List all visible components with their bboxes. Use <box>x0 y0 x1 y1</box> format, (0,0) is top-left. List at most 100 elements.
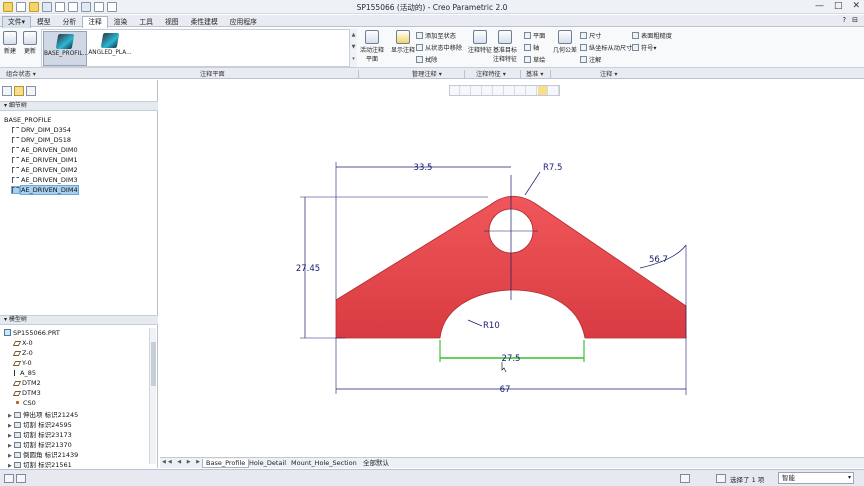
detail-tree-item[interactable]: AE_DRIVEN_DIM4 <box>11 185 79 195</box>
status-bar: 选择了 1 项 智能 <box>0 469 864 486</box>
datum-display-icon[interactable] <box>527 86 537 95</box>
surface-finish-button[interactable]: 表面粗糙度 <box>632 31 672 40</box>
dimension-button[interactable]: 尺寸 <box>580 31 601 40</box>
gallery-scrollbar[interactable]: ▲ ▼ ▾ <box>349 29 357 67</box>
group-manage-annotations[interactable]: 管理注释 ▾ <box>412 69 442 78</box>
remove-from-state-button[interactable]: 从状态中移除 <box>416 43 462 52</box>
erase-button[interactable]: 拭除 <box>416 55 437 64</box>
add-to-state-button[interactable]: 添加至状态 <box>416 31 456 40</box>
detail-tree-item[interactable]: AE_DRIVEN_DIM1 <box>12 156 78 164</box>
view-manager-icon[interactable] <box>516 86 526 95</box>
tab-base-profile[interactable]: Base_Profile <box>202 459 250 468</box>
ribbon-options-button[interactable]: ⊟ <box>852 16 858 24</box>
gallery-item-angled-plane[interactable]: ANGLED_PLA... <box>88 31 132 66</box>
datum-plane-button[interactable]: 平面 <box>524 31 545 40</box>
leader-arc <box>467 319 483 327</box>
detail-tree-header[interactable]: ▾ 细节树 <box>0 101 158 111</box>
repaint-icon[interactable] <box>483 86 493 95</box>
selection-filter[interactable]: 智能 <box>778 472 854 484</box>
zoom-out-icon[interactable] <box>472 86 482 95</box>
dim-arc[interactable]: R10 <box>483 321 500 331</box>
gallery-item-base-profile[interactable]: BASE_PROFIL... <box>43 31 88 66</box>
new-state-button[interactable]: 新建 <box>3 31 17 55</box>
favorites-icon[interactable] <box>26 86 36 96</box>
refit-icon[interactable] <box>450 86 460 95</box>
model-tree-item[interactable]: DTM2 <box>8 379 41 387</box>
graphics-window[interactable]: 33.5 R7.5 27.45 56.7 R10 27.5 67 <box>160 80 864 456</box>
group-datum[interactable]: 基准 ▾ <box>526 69 543 78</box>
group-combined-state[interactable]: 组合状态 ▾ <box>6 69 36 78</box>
sketch-button[interactable]: 草绘 <box>524 55 545 64</box>
symbol-button[interactable]: 符号▾ <box>632 43 656 52</box>
model-tree-item[interactable]: ▶ 倒圆角 标识21439 <box>8 449 78 459</box>
regen-status-icon[interactable] <box>680 474 690 483</box>
detail-tree-item[interactable]: AE_DRIVEN_DIM2 <box>12 166 78 174</box>
model-tree-item[interactable]: A_85 <box>8 369 36 377</box>
model-tree-item[interactable]: Y-0 <box>8 359 32 367</box>
model-tree-header[interactable]: ▾ 模型树 <box>0 315 158 325</box>
dim-total[interactable]: 67 <box>500 385 511 395</box>
browser-toggle-icon[interactable] <box>16 474 26 483</box>
cut-icon <box>14 422 21 428</box>
navigator-toolbar <box>2 86 36 96</box>
active-annotation-plane-button[interactable]: 活动注释 平面 <box>360 30 384 63</box>
display-style-icon[interactable] <box>494 86 504 95</box>
selection-icon[interactable] <box>716 474 726 483</box>
model-tree-item[interactable]: CS0 <box>8 399 36 407</box>
detail-tree-item[interactable]: AE_DRIVEN_DIM0 <box>12 146 78 154</box>
detail-tree-item[interactable]: DRV_DIM_D518 <box>12 136 71 144</box>
detail-tree-label: DRV_DIM_D518 <box>21 136 72 144</box>
navigator-toggle-icon[interactable] <box>4 474 14 483</box>
group-annotation[interactable]: 注释 ▾ <box>600 69 617 78</box>
zoom-in-icon[interactable] <box>461 86 471 95</box>
model-tree-item[interactable]: ▶ 切割 标识21370 <box>8 439 72 449</box>
show-annotations-icon <box>396 30 410 44</box>
datum-axis-button[interactable]: 轴 <box>524 43 539 52</box>
dim-slot[interactable]: 27.5 <box>502 354 521 364</box>
annotation-feature-button[interactable]: 注释特征 <box>468 30 492 54</box>
dim-angle[interactable]: 56.7 <box>649 255 668 265</box>
spin-center-icon[interactable] <box>549 86 559 95</box>
model-tree-item[interactable]: ▶ 切割 标识23173 <box>8 429 72 439</box>
minimize-button[interactable]: — <box>815 1 824 11</box>
tab-all-default[interactable]: 全部默认 <box>360 459 392 467</box>
dim-height[interactable]: 27.45 <box>296 264 320 274</box>
model-tree-item[interactable]: DTM3 <box>8 389 41 397</box>
ordinate-driven-dim-button[interactable]: 纵坐标从动尺寸 <box>580 43 632 52</box>
model-tree-item[interactable]: ▶ 切割 标识21561 <box>8 459 72 469</box>
model-tree-scrollbar[interactable] <box>149 328 156 464</box>
model-tree-label: 切割 标识24595 <box>23 421 72 429</box>
geometric-tolerance-button[interactable]: 几何公差 <box>553 30 577 54</box>
model-tree-item[interactable]: X-0 <box>8 339 33 347</box>
tab-hole-detail[interactable]: Hole_Detail <box>246 459 289 467</box>
dim-top[interactable]: 33.5 <box>414 163 433 173</box>
datum-target-button[interactable]: 基准目标 注释特征 <box>493 30 517 63</box>
combined-state-tabs: ◀◀ ◀ ▶ ▶▶ Base_Profile Hole_Detail Mount… <box>160 457 864 468</box>
model-tree-item[interactable]: Z-0 <box>8 349 33 357</box>
detail-tree-item[interactable]: AE_DRIVEN_DIM3 <box>12 176 78 184</box>
dim-radius-hole[interactable]: R7.5 <box>543 163 562 173</box>
note-button[interactable]: 注解 <box>580 55 601 64</box>
close-button[interactable]: ✕ <box>852 1 860 11</box>
model-tree-item[interactable]: SP155066.PRT <box>4 329 60 337</box>
model-tree-label: 切割 标识23173 <box>23 431 72 439</box>
model-tree-item[interactable]: ▶ 切割 标识24595 <box>8 419 72 429</box>
show-annotations-button[interactable]: 显示注释 <box>391 30 415 54</box>
maximize-button[interactable]: □ <box>834 1 843 11</box>
model-tree-item[interactable]: ▶ 伸出项 标识21245 <box>8 409 78 419</box>
help-button[interactable]: ? <box>842 16 846 24</box>
tree-view-icon[interactable] <box>2 86 12 96</box>
plane-icon <box>12 361 22 366</box>
scroll-thumb[interactable] <box>151 342 156 386</box>
axis-icon <box>14 370 18 376</box>
detail-tree-label: AE_DRIVEN_DIM1 <box>21 156 78 164</box>
group-annotation-feature[interactable]: 注释特征 ▾ <box>476 69 506 78</box>
update-state-button[interactable]: 更新 <box>23 31 37 55</box>
detail-tree-item[interactable]: BASE_PROFILE <box>4 116 51 124</box>
saved-views-icon[interactable] <box>505 86 515 95</box>
tab-mount-hole-section[interactable]: Mount_Hole_Section <box>288 459 360 467</box>
tab-nav-arrows[interactable]: ◀◀ ◀ ▶ ▶▶ <box>162 459 208 465</box>
folder-browser-icon[interactable] <box>14 86 24 96</box>
detail-tree-item[interactable]: DRV_DIM_D354 <box>12 126 71 134</box>
annotation-display-icon[interactable] <box>538 86 548 95</box>
